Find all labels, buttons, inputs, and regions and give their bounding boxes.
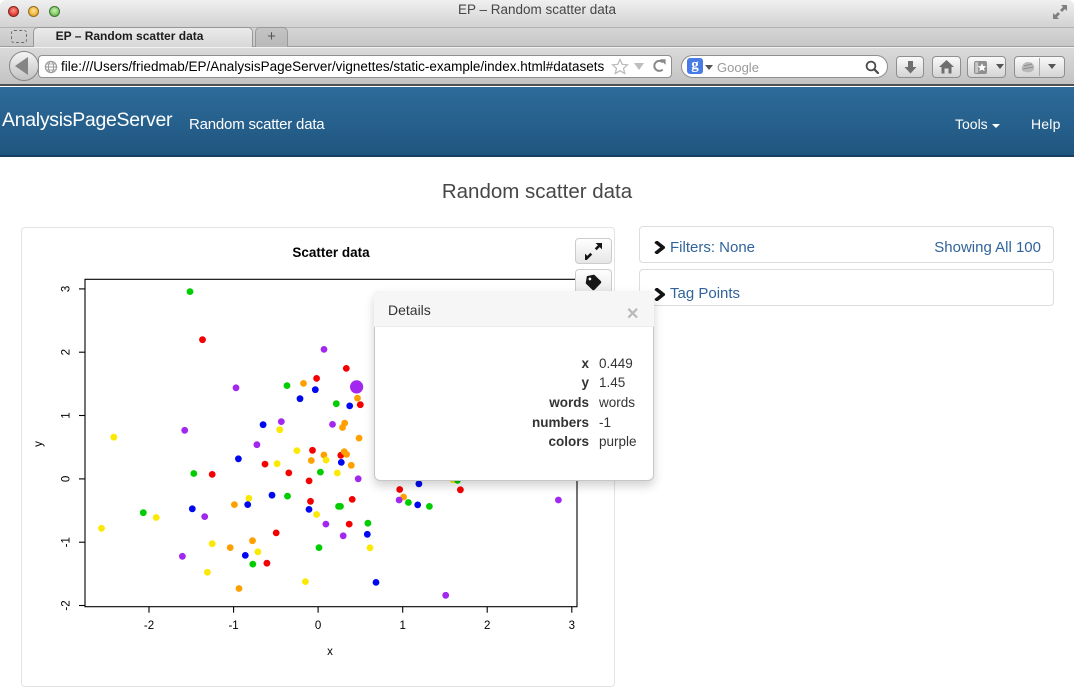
svg-text:0: 0: [315, 620, 321, 632]
svg-text:-1: -1: [228, 620, 238, 632]
svg-text:-2: -2: [61, 600, 73, 610]
svg-text:1: 1: [61, 412, 73, 418]
svg-text:3: 3: [569, 620, 575, 632]
svg-text:x: x: [327, 646, 333, 658]
svg-text:0: 0: [61, 476, 73, 482]
svg-text:2: 2: [61, 349, 73, 355]
svg-text:-2: -2: [144, 620, 154, 632]
svg-text:1: 1: [399, 620, 405, 632]
svg-text:2: 2: [484, 620, 490, 632]
svg-text:y: y: [33, 441, 45, 447]
svg-text:-1: -1: [61, 537, 73, 547]
svg-text:3: 3: [61, 286, 73, 292]
